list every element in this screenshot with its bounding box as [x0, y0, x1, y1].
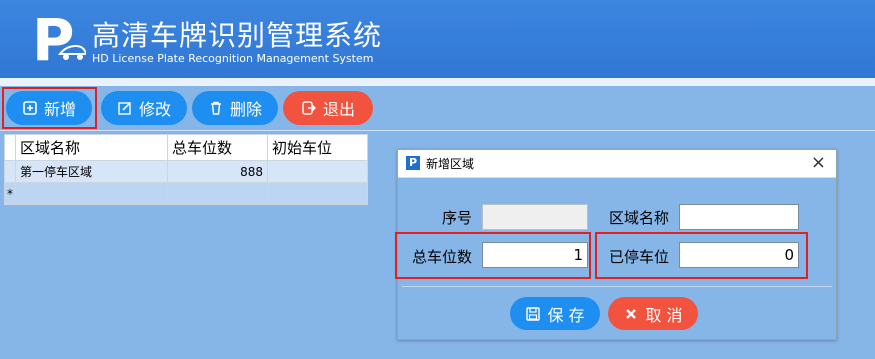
edit-button-label: 修改: [138, 100, 171, 119]
cell-total-spaces[interactable]: 888: [167, 160, 268, 183]
total-spaces-label: 总车位数: [412, 248, 473, 266]
column-header-initial-spaces[interactable]: 初始车位: [267, 134, 368, 161]
row-marker: [4, 160, 16, 183]
seq-label: 序号: [442, 209, 473, 227]
delete-button[interactable]: 删除: [192, 91, 278, 125]
cell-initial-spaces[interactable]: [267, 160, 368, 183]
toolbar: 新增 修改 删除 退出: [0, 86, 875, 131]
close-x-icon: [623, 306, 639, 322]
app-subtitle: HD License Plate Recognition Management …: [92, 52, 374, 65]
cell-total-spaces[interactable]: [167, 182, 268, 205]
table-row[interactable]: 第一停车区域 888: [4, 160, 368, 183]
total-spaces-field[interactable]: 1: [482, 242, 588, 268]
edit-icon: [117, 100, 133, 116]
dialog-body: 序号 区域名称 总车位数 1 已停车位 0 保 存 取 消: [398, 178, 836, 339]
cancel-button[interactable]: 取 消: [608, 297, 698, 330]
cell-initial-spaces[interactable]: [267, 182, 368, 205]
add-button-label: 新增: [43, 100, 76, 119]
dialog-separator: [402, 286, 832, 287]
app-header: P 高清车牌识别管理系统 HD License Plate Recognitio…: [0, 0, 875, 78]
area-name-field[interactable]: [679, 204, 799, 230]
trash-icon: [208, 100, 224, 116]
row-marker-header: [4, 134, 16, 161]
parking-app-icon: P: [406, 156, 420, 170]
parked-spaces-label: 已停车位: [609, 248, 670, 266]
header-divider: [0, 78, 875, 86]
table-header-row: 区域名称 总车位数 初始车位: [4, 134, 368, 161]
column-header-total-spaces[interactable]: 总车位数: [167, 134, 268, 161]
cell-area-name[interactable]: 第一停车区域: [15, 160, 168, 183]
add-area-dialog: P 新增区域 × 序号 区域名称 总车位数 1 已停车位 0 保 存 取 消: [397, 149, 837, 340]
dialog-title: 新增区域: [426, 157, 475, 171]
parked-spaces-field[interactable]: 0: [679, 242, 799, 268]
seq-field[interactable]: [482, 204, 588, 230]
save-icon: [525, 306, 541, 322]
add-button[interactable]: 新增: [6, 91, 92, 125]
svg-text:P: P: [32, 10, 75, 68]
new-row-marker: *: [4, 182, 16, 205]
exit-button-label: 退出: [322, 100, 355, 119]
app-title: 高清车牌识别管理系统: [92, 19, 383, 52]
column-header-area-name[interactable]: 区域名称: [15, 134, 168, 161]
close-icon[interactable]: ×: [811, 152, 826, 173]
edit-button[interactable]: 修改: [101, 91, 187, 125]
parking-logo-icon: P: [32, 10, 86, 68]
exit-icon: [301, 100, 317, 116]
save-button[interactable]: 保 存: [510, 297, 600, 330]
exit-button[interactable]: 退出: [283, 91, 373, 125]
dialog-title-bar[interactable]: P 新增区域 ×: [398, 150, 836, 178]
cell-area-name[interactable]: [15, 182, 168, 205]
area-table: 区域名称 总车位数 初始车位 第一停车区域 888 *: [4, 134, 368, 205]
add-icon: [22, 100, 38, 116]
delete-button-label: 删除: [229, 100, 262, 119]
cancel-button-label: 取 消: [645, 305, 683, 325]
save-button-label: 保 存: [547, 305, 585, 325]
area-name-label: 区域名称: [609, 209, 670, 227]
table-new-row[interactable]: *: [4, 182, 368, 205]
